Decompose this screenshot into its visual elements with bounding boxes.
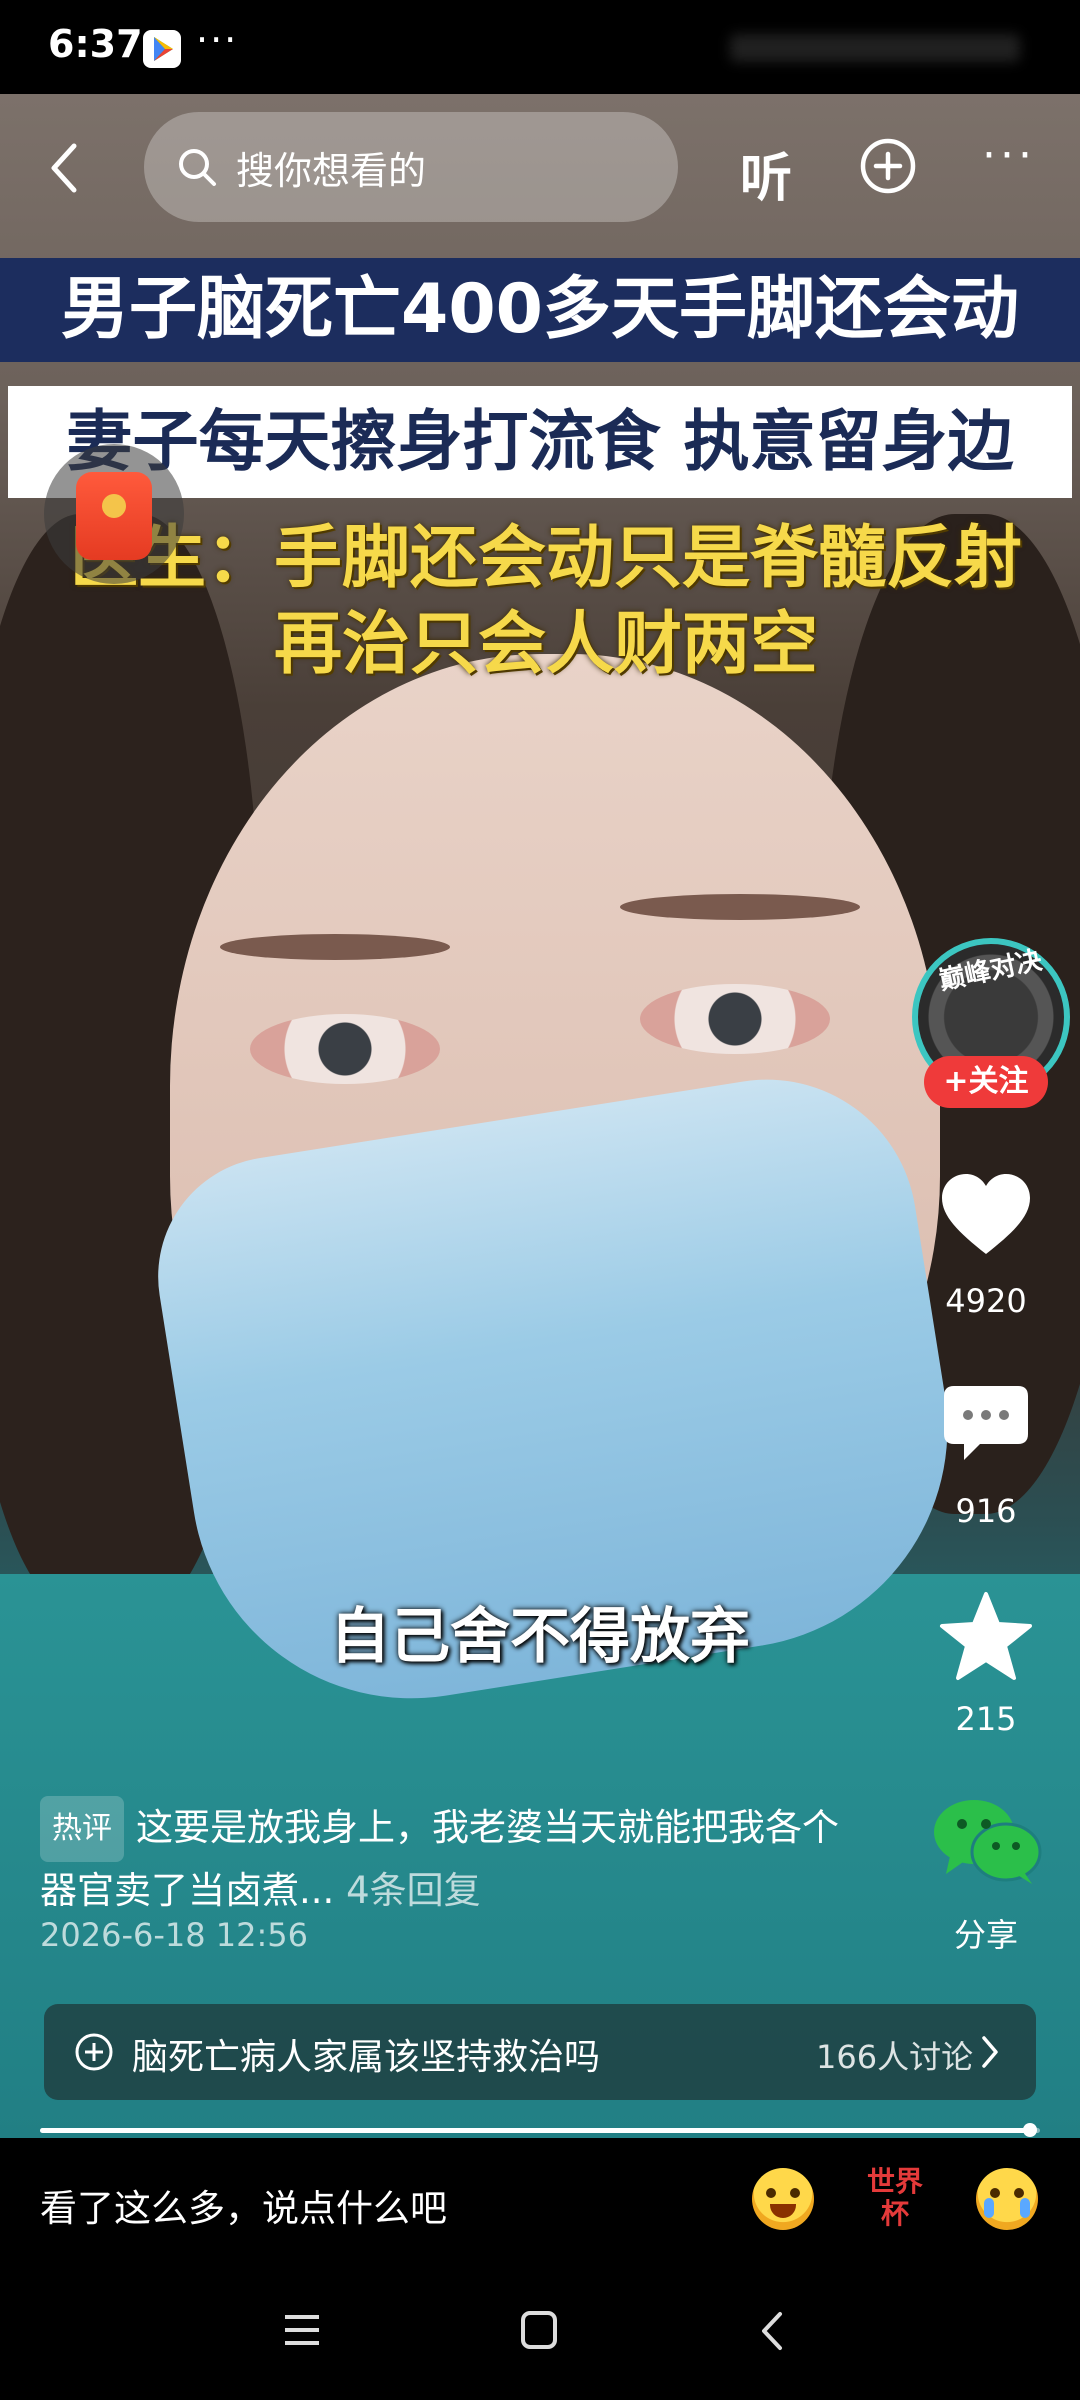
headline-text-3b: 再治只会人财两空 bbox=[273, 605, 818, 684]
nav-back-icon[interactable] bbox=[760, 2310, 784, 2352]
progress-fill bbox=[40, 2128, 1030, 2133]
video-frame-eye bbox=[640, 984, 830, 1054]
share-label: 分享 bbox=[953, 1916, 1018, 1954]
system-nav-bar bbox=[0, 2266, 1080, 2400]
progress-knob[interactable] bbox=[1023, 2123, 1037, 2137]
video-frame-brow bbox=[220, 934, 450, 960]
status-indicators bbox=[730, 34, 1020, 62]
back-button[interactable] bbox=[36, 138, 96, 198]
status-more-icon: ··· bbox=[196, 18, 239, 62]
video-progress-bar[interactable] bbox=[40, 2123, 1040, 2137]
comment-icon bbox=[944, 1386, 1028, 1460]
headline-text-3a: 医生：手脚还会动只是脊髓反射 bbox=[69, 519, 1022, 598]
cry-emoji-icon[interactable] bbox=[976, 2168, 1038, 2230]
headline-text-1: 男子脑死亡400多天手脚还会动 bbox=[61, 270, 1019, 349]
topic-bar[interactable]: 脑死亡病人家属该坚持救治吗 166人讨论 bbox=[44, 2004, 1036, 2100]
heart-icon bbox=[942, 1174, 1030, 1254]
favorite-button[interactable] bbox=[938, 1590, 1034, 1682]
add-icon bbox=[860, 138, 916, 194]
plus-circle-icon bbox=[75, 2033, 113, 2071]
comment-count: 916 bbox=[955, 1492, 1017, 1530]
headline-banner-3: 医生：手脚还会动只是脊髓反射 再治只会人财两空 bbox=[36, 516, 1056, 688]
back-icon bbox=[51, 143, 77, 193]
status-bar: 6:37 ··· bbox=[0, 0, 1080, 94]
share-button[interactable] bbox=[930, 1796, 1044, 1886]
wechat-share-icon bbox=[934, 1800, 1042, 1884]
more-button[interactable]: ··· bbox=[974, 134, 1044, 196]
video-subtitle: 自己舍不得放弃 bbox=[330, 1602, 750, 1672]
like-button[interactable] bbox=[938, 1170, 1034, 1260]
hot-comment-tag: 热评 bbox=[40, 1796, 124, 1862]
home-icon[interactable] bbox=[520, 2310, 558, 2350]
star-icon bbox=[940, 1592, 1032, 1680]
headline-banner-1: 男子脑死亡400多天手脚还会动 bbox=[0, 258, 1080, 362]
red-packet-icon bbox=[76, 472, 152, 560]
hot-comment[interactable]: 热评 这要是放我身上，我老婆当天就能把我各个器官卖了当卤煮... 4条回复 bbox=[40, 1796, 870, 1920]
like-count: 4920 bbox=[945, 1282, 1027, 1320]
comment-button[interactable] bbox=[940, 1382, 1032, 1466]
topic-count: 166人讨论 bbox=[816, 2038, 974, 2076]
comment-input-bar[interactable]: 看了这么多，说点什么吧 世界杯 bbox=[0, 2138, 1080, 2266]
follow-button[interactable]: +关注 bbox=[924, 1056, 1048, 1108]
hot-comment-time: 2026-6-18 12:56 bbox=[40, 1916, 308, 1954]
search-input[interactable]: 搜你想看的 bbox=[144, 112, 678, 222]
red-packet-button[interactable] bbox=[44, 444, 184, 584]
topic-text: 脑死亡病人家属该坚持救治吗 bbox=[132, 2037, 601, 2078]
chevron-right-icon bbox=[982, 2036, 998, 2068]
laugh-emoji-icon[interactable] bbox=[752, 2168, 814, 2230]
worldcup-sticker[interactable]: 世界杯 bbox=[860, 2166, 930, 2236]
video-frame-eye bbox=[250, 1014, 440, 1084]
add-button[interactable] bbox=[858, 136, 918, 196]
menu-icon[interactable] bbox=[282, 2312, 322, 2348]
search-icon bbox=[179, 149, 216, 186]
avatar-tag: 巅峰对决 bbox=[936, 945, 1045, 997]
comment-input[interactable]: 看了这么多，说点什么吧 bbox=[40, 2178, 447, 2232]
listen-button[interactable]: 听 bbox=[740, 136, 792, 211]
favorite-count: 215 bbox=[955, 1700, 1017, 1738]
hot-comment-replies[interactable]: 4条回复 bbox=[346, 1869, 481, 1912]
play-store-icon bbox=[143, 30, 181, 68]
search-placeholder: 搜你想看的 bbox=[236, 149, 427, 193]
status-time: 6:37 bbox=[48, 22, 143, 66]
video-frame-brow bbox=[620, 894, 860, 920]
